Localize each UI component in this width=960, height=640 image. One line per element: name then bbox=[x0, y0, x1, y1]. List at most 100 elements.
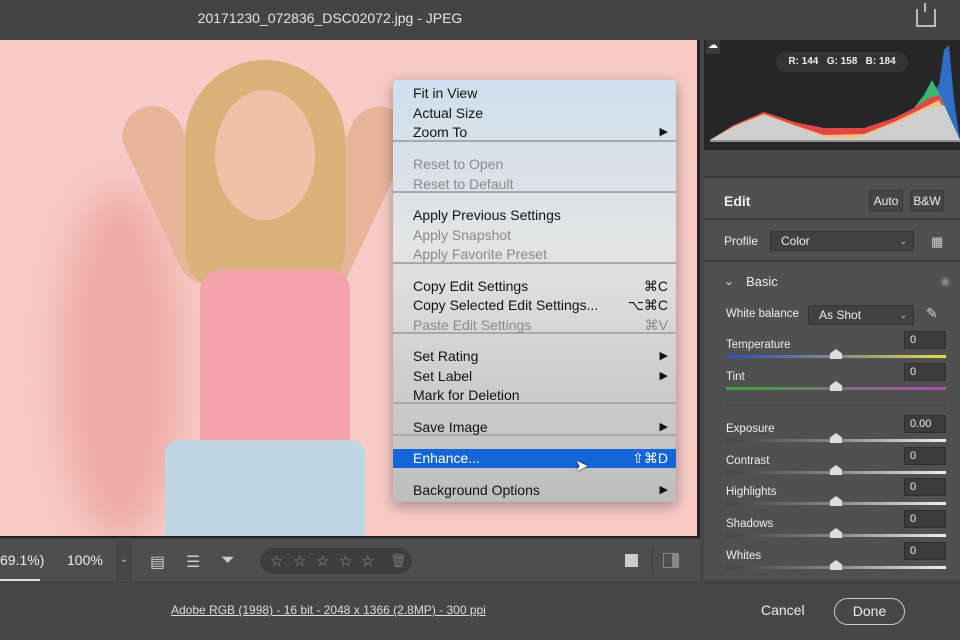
menu-item-label: Reset to Default bbox=[413, 176, 514, 192]
shadows-slider[interactable] bbox=[726, 528, 946, 538]
whites-value-input[interactable]: 0 bbox=[904, 542, 946, 560]
menu-shortcut: ⌥⌘C bbox=[627, 297, 668, 313]
menu-item-label: Reset to Open bbox=[413, 156, 504, 172]
filmstrip-icon[interactable]: ▤ bbox=[150, 552, 165, 572]
slider-thumb[interactable] bbox=[830, 381, 842, 391]
title-bar: 20171230_072836_DSC02072.jpg - JPEG bbox=[0, 0, 960, 40]
slider-label: Contrast bbox=[726, 455, 770, 467]
tint-slider[interactable] bbox=[726, 381, 946, 391]
menu-item-label: Save Image bbox=[413, 419, 488, 435]
menu-item-label: Mark for Deletion bbox=[413, 387, 520, 403]
basic-title[interactable]: Basic bbox=[746, 274, 778, 289]
menu-item-mark-for-deletion[interactable]: Mark for Deletion bbox=[393, 386, 676, 405]
exposure-slider[interactable] bbox=[726, 433, 946, 443]
footer: Adobe RGB (1998) - 16 bit - 2048 x 1366 … bbox=[0, 582, 960, 640]
g-value: 158 bbox=[840, 56, 858, 67]
menu-item-enhance[interactable]: Enhance... ⇧⌘D bbox=[393, 449, 676, 468]
photo-top bbox=[200, 270, 350, 450]
filter-icon[interactable]: ⏷ bbox=[221, 550, 235, 570]
star-1[interactable]: ☆ bbox=[270, 552, 283, 570]
chevron-down-icon[interactable]: ⌄ bbox=[724, 274, 734, 288]
menu-item-fit-in-view[interactable]: Fit in View bbox=[393, 84, 676, 103]
highlights-slider[interactable] bbox=[726, 496, 946, 506]
slider-thumb[interactable] bbox=[830, 560, 842, 570]
zoom-dropdown-icon[interactable]: ⌄ bbox=[116, 540, 132, 582]
trash-icon[interactable]: 🗑 bbox=[390, 553, 407, 569]
profile-browser-icon[interactable]: ▦ bbox=[931, 234, 943, 250]
rgb-readout: R: 144 G: 158 B: 184 bbox=[776, 52, 908, 72]
auto-button[interactable]: Auto bbox=[869, 190, 903, 212]
star-4[interactable]: ☆ bbox=[339, 552, 352, 570]
r-label: R: bbox=[788, 56, 799, 67]
whites-slider[interactable] bbox=[726, 560, 946, 570]
g-label: G: bbox=[826, 56, 838, 67]
menu-item-label: Apply Previous Settings bbox=[413, 207, 561, 223]
eyedropper-icon[interactable]: ✎ bbox=[926, 305, 938, 322]
menu-item-zoom-to[interactable]: Zoom To ▶ bbox=[393, 123, 676, 142]
workflow-options-link[interactable]: Adobe RGB (1998) - 16 bit - 2048 x 1366 … bbox=[171, 603, 486, 617]
eye-icon[interactable]: ◉ bbox=[940, 274, 950, 288]
exposure-value-input[interactable]: 0.00 bbox=[904, 415, 946, 433]
zoom-100-button[interactable]: 100% bbox=[67, 552, 103, 568]
menu-shortcut: ⇧⌘D bbox=[632, 450, 668, 466]
b-label: B: bbox=[865, 56, 877, 67]
menu-item-apply-previous-settings[interactable]: Apply Previous Settings bbox=[393, 206, 676, 225]
submenu-arrow-icon: ▶ bbox=[659, 421, 668, 433]
menu-item-label: Set Rating bbox=[413, 348, 479, 364]
divider bbox=[726, 405, 946, 406]
white-balance-select[interactable]: As Shot ⌄ bbox=[808, 305, 914, 325]
photo-shorts bbox=[165, 440, 365, 536]
menu-item-copy-edit-settings[interactable]: Copy Edit Settings ⌘C bbox=[393, 277, 676, 296]
slider-thumb[interactable] bbox=[830, 496, 842, 506]
star-3[interactable]: ☆ bbox=[316, 552, 329, 570]
white-balance-label: White balance bbox=[726, 308, 799, 320]
sort-icon[interactable]: ☰ bbox=[186, 552, 200, 572]
star-5[interactable]: ☆ bbox=[361, 552, 374, 570]
overlay-toggle-icon[interactable] bbox=[625, 554, 638, 567]
tint-value-input[interactable]: 0 bbox=[904, 363, 946, 381]
chevron-down-icon: ⌄ bbox=[899, 236, 907, 246]
slider-label: Tint bbox=[726, 371, 745, 383]
rating-stars: ☆ ☆ ☆ ☆ ☆ 🗑 bbox=[260, 548, 412, 574]
context-menu: Fit in View Actual Size Zoom To ▶ Reset to O… bbox=[393, 80, 676, 502]
menu-item-label: Enhance... bbox=[413, 450, 480, 466]
shadows-value-input[interactable]: 0 bbox=[904, 510, 946, 528]
mouse-cursor-icon: ➤ bbox=[575, 458, 589, 475]
before-after-icon[interactable] bbox=[663, 553, 679, 568]
menu-item-save-image[interactable]: Save Image ▶ bbox=[393, 418, 676, 437]
menu-item-label: Paste Edit Settings bbox=[413, 317, 532, 333]
menu-item-set-rating[interactable]: Set Rating ▶ bbox=[393, 347, 676, 366]
r-value: 144 bbox=[801, 56, 819, 67]
slider-label: Shadows bbox=[726, 518, 774, 530]
bw-button[interactable]: B&W bbox=[910, 190, 944, 212]
temperature-value-input[interactable]: 0 bbox=[904, 331, 946, 349]
done-button[interactable]: Done bbox=[834, 598, 905, 625]
slider-thumb[interactable] bbox=[830, 528, 842, 538]
menu-item-background-options[interactable]: Background Options ▶ bbox=[393, 481, 676, 500]
contrast-value-input[interactable]: 0 bbox=[904, 447, 946, 465]
slider-thumb[interactable] bbox=[830, 349, 842, 359]
fit-zoom-button[interactable]: 69.1%) bbox=[0, 552, 44, 568]
profile-value: Color bbox=[781, 234, 810, 248]
contrast-slider[interactable] bbox=[726, 465, 946, 475]
slider-thumb[interactable] bbox=[830, 433, 842, 443]
menu-item-actual-size[interactable]: Actual Size bbox=[393, 104, 676, 123]
download-icon[interactable] bbox=[916, 3, 936, 27]
submenu-arrow-icon: ▶ bbox=[659, 350, 668, 362]
menu-item-label: Zoom To bbox=[413, 124, 468, 140]
chevron-down-icon: ⌄ bbox=[899, 310, 907, 320]
profile-select[interactable]: Color ⌄ bbox=[770, 231, 914, 251]
star-2[interactable]: ☆ bbox=[293, 552, 306, 570]
cancel-button[interactable]: Cancel bbox=[761, 602, 805, 618]
menu-item-copy-selected-edit-settings[interactable]: Copy Selected Edit Settings... ⌥⌘C bbox=[393, 296, 676, 315]
shadow-clipping-icon[interactable]: ☁ bbox=[706, 40, 720, 54]
submenu-arrow-icon: ▶ bbox=[659, 484, 668, 496]
white-balance-value: As Shot bbox=[819, 308, 862, 322]
profile-label: Profile bbox=[724, 234, 759, 248]
highlights-value-input[interactable]: 0 bbox=[904, 478, 946, 496]
slider-label: Highlights bbox=[726, 486, 777, 498]
menu-item-set-label[interactable]: Set Label ▶ bbox=[393, 367, 676, 386]
slider-thumb[interactable] bbox=[830, 465, 842, 475]
temperature-slider[interactable] bbox=[726, 349, 946, 359]
menu-item-paste-edit-settings: Paste Edit Settings ⌘V bbox=[393, 316, 676, 335]
